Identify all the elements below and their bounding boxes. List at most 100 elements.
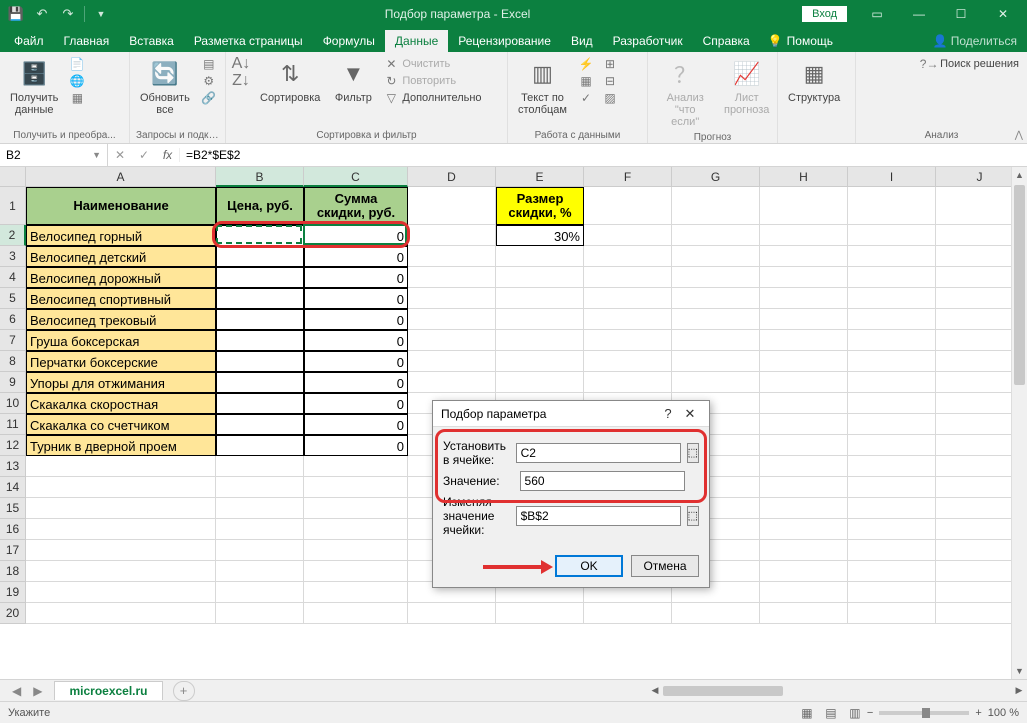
discount-cell[interactable]: 0 [304, 309, 408, 330]
sort-za-icon[interactable]: Z↓ [232, 73, 250, 89]
queries-icon[interactable]: ▤ [200, 56, 218, 72]
scroll-right-icon[interactable]: ▶ [1011, 685, 1027, 696]
cell[interactable] [848, 435, 936, 456]
cell[interactable] [584, 309, 672, 330]
cell[interactable] [848, 393, 936, 414]
cell[interactable] [496, 288, 584, 309]
cell[interactable] [26, 519, 216, 540]
cell[interactable] [760, 456, 848, 477]
cell[interactable] [848, 309, 936, 330]
name-cell[interactable]: Велосипед горный [26, 225, 216, 246]
row-header[interactable]: 16 [0, 519, 26, 540]
outline-button[interactable]: ▦ Структура [784, 56, 844, 106]
cell[interactable] [848, 540, 936, 561]
name-cell[interactable]: Скакалка скоростная [26, 393, 216, 414]
row-header[interactable]: 7 [0, 330, 26, 351]
get-data-button[interactable]: 🗄️ Получить данные [6, 56, 62, 118]
cell[interactable] [216, 603, 304, 624]
name-cell[interactable]: Турник в дверной проем [26, 435, 216, 456]
cell[interactable] [760, 330, 848, 351]
cell[interactable] [848, 477, 936, 498]
cell[interactable] [760, 519, 848, 540]
price-cell[interactable] [216, 372, 304, 393]
cell[interactable] [760, 225, 848, 246]
cell[interactable] [496, 309, 584, 330]
cell[interactable] [848, 288, 936, 309]
row-header[interactable]: 2 [0, 225, 26, 246]
row-header[interactable]: 9 [0, 372, 26, 393]
cell[interactable] [760, 288, 848, 309]
discount-cell[interactable]: 0 [304, 267, 408, 288]
discount-cell[interactable]: 0 [304, 330, 408, 351]
percent-cell[interactable]: 30% [496, 225, 584, 246]
discount-cell[interactable]: 0 [304, 435, 408, 456]
row-header[interactable]: 1 [0, 187, 26, 225]
ok-button[interactable]: OK [555, 555, 623, 577]
cell[interactable] [408, 288, 496, 309]
row-header[interactable]: 17 [0, 540, 26, 561]
vertical-scrollbar[interactable]: ▲ ▼ [1011, 167, 1027, 679]
price-cell[interactable] [216, 351, 304, 372]
cell[interactable] [26, 561, 216, 582]
cell[interactable] [304, 561, 408, 582]
row-header[interactable]: 5 [0, 288, 26, 309]
edit-links-icon[interactable]: 🔗 [200, 90, 218, 106]
fx-icon[interactable]: fx [156, 148, 180, 162]
cell[interactable] [26, 540, 216, 561]
cell[interactable] [304, 582, 408, 603]
cell[interactable] [216, 540, 304, 561]
cell[interactable] [760, 540, 848, 561]
row-header[interactable]: 8 [0, 351, 26, 372]
name-cell[interactable]: Груша боксерская [26, 330, 216, 351]
row-header[interactable]: 19 [0, 582, 26, 603]
name-cell[interactable]: Велосипед детский [26, 246, 216, 267]
scroll-thumb[interactable] [663, 686, 783, 696]
cell[interactable] [496, 372, 584, 393]
refresh-all-button[interactable]: 🔄 Обновить все [136, 56, 194, 118]
column-header[interactable]: D [408, 167, 496, 187]
normal-view-icon[interactable]: ▦ [795, 706, 819, 720]
maximize-icon[interactable]: ☐ [941, 0, 981, 28]
row-header[interactable]: 14 [0, 477, 26, 498]
row-header[interactable]: 15 [0, 498, 26, 519]
header-cell[interactable]: Суммаскидки, руб. [304, 187, 408, 225]
minimize-icon[interactable]: — [899, 0, 939, 28]
price-cell[interactable] [216, 435, 304, 456]
consolidate-icon[interactable]: ⊞ [601, 56, 619, 72]
name-cell[interactable]: Перчатки боксерские [26, 351, 216, 372]
cell[interactable] [848, 498, 936, 519]
cell[interactable] [672, 330, 760, 351]
cell[interactable] [760, 498, 848, 519]
cell[interactable] [848, 267, 936, 288]
row-header[interactable]: 6 [0, 309, 26, 330]
row-header[interactable]: 12 [0, 435, 26, 456]
cell[interactable] [760, 309, 848, 330]
cancel-formula-icon[interactable]: ✕ [108, 148, 132, 162]
column-header[interactable]: E [496, 167, 584, 187]
cell[interactable] [584, 187, 672, 225]
cell[interactable] [216, 582, 304, 603]
cell[interactable] [848, 372, 936, 393]
price-cell[interactable] [216, 246, 304, 267]
cell[interactable] [216, 456, 304, 477]
cell[interactable] [216, 477, 304, 498]
cell[interactable] [760, 414, 848, 435]
relationships-icon[interactable]: ⊟ [601, 73, 619, 89]
dialog-close-icon[interactable]: ✕ [679, 406, 701, 422]
filter-button[interactable]: ▼ Фильтр [330, 56, 376, 106]
row-header[interactable]: 11 [0, 414, 26, 435]
cell[interactable] [848, 246, 936, 267]
price-cell[interactable] [216, 414, 304, 435]
column-header[interactable]: F [584, 167, 672, 187]
cell[interactable] [848, 456, 936, 477]
cell[interactable] [408, 330, 496, 351]
tab-view[interactable]: Вид [561, 30, 603, 52]
scroll-up-icon[interactable]: ▲ [1012, 167, 1027, 183]
cell[interactable] [584, 351, 672, 372]
cell[interactable] [672, 187, 760, 225]
cell[interactable] [672, 351, 760, 372]
cell[interactable] [584, 288, 672, 309]
row-header[interactable]: 4 [0, 267, 26, 288]
cell[interactable] [672, 309, 760, 330]
qat-customize-icon[interactable]: ▼ [89, 3, 113, 25]
